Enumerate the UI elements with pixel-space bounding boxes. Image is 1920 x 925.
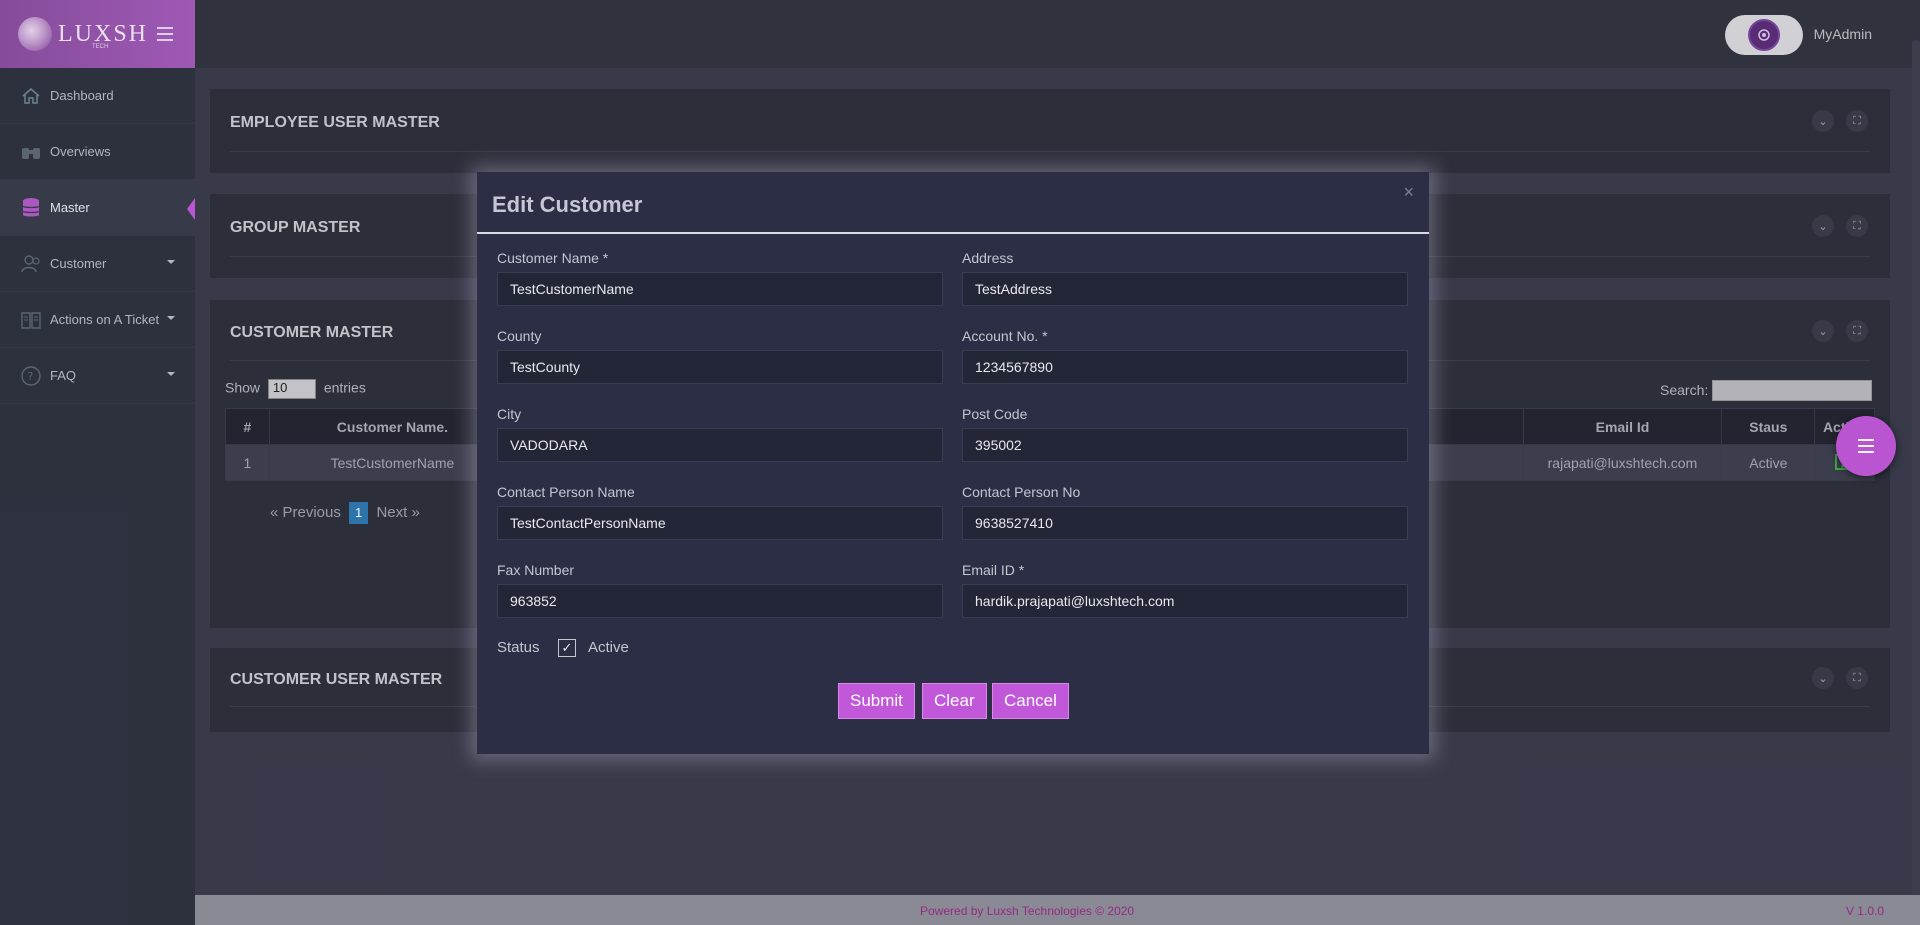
city-label: City xyxy=(497,406,522,422)
email-label: Email ID * xyxy=(962,562,1025,578)
fax-label: Fax Number xyxy=(497,562,575,578)
address-input[interactable] xyxy=(962,272,1408,306)
county-label: County xyxy=(497,328,542,344)
address-label: Address xyxy=(962,250,1014,266)
email-input[interactable] xyxy=(962,584,1408,618)
clear-button[interactable]: Clear xyxy=(922,683,987,719)
post-code-label: Post Code xyxy=(962,406,1028,422)
contact-name-label: Contact Person Name xyxy=(497,484,635,500)
customer-name-label: Customer Name * xyxy=(497,250,609,266)
contact-no-label: Contact Person No xyxy=(962,484,1081,500)
account-no-label: Account No. * xyxy=(962,328,1048,344)
contact-no-input[interactable] xyxy=(962,506,1408,540)
post-code-input[interactable] xyxy=(962,428,1408,462)
cancel-button[interactable]: Cancel xyxy=(992,683,1069,719)
customer-name-input[interactable] xyxy=(497,272,943,306)
fax-input[interactable] xyxy=(497,584,943,618)
active-label: Active xyxy=(588,639,629,656)
contact-name-input[interactable] xyxy=(497,506,943,540)
submit-button[interactable]: Submit xyxy=(838,683,915,719)
county-input[interactable] xyxy=(497,350,943,384)
edit-customer-modal: Edit Customer × Customer Name * Address … xyxy=(477,172,1429,754)
active-checkbox[interactable]: ✓ xyxy=(558,639,576,657)
city-input[interactable] xyxy=(497,428,943,462)
account-no-input[interactable] xyxy=(962,350,1408,384)
status-label: Status xyxy=(497,639,540,656)
modal-title: Edit Customer xyxy=(492,192,643,217)
close-icon[interactable]: × xyxy=(1403,182,1414,203)
divider xyxy=(477,232,1429,234)
